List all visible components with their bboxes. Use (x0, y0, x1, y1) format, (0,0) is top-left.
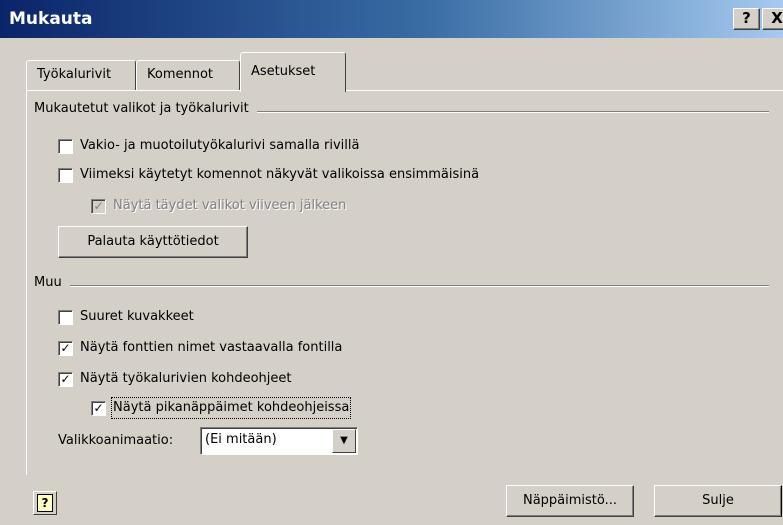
checkbox[interactable] (58, 139, 73, 154)
help-button[interactable]: ? (733, 8, 760, 30)
option-label: Vakio- ja muotoilutyökalurivi samalla ri… (80, 138, 360, 153)
keyboard-button[interactable]: Näppäimistö... (506, 485, 634, 517)
tab-tyokalurivit[interactable]: Työkalurivit (26, 60, 136, 90)
help-icon: ? (37, 494, 53, 512)
option-label: Näytä pikanäppäimet kohdeohjeissa (110, 397, 352, 419)
option-label: Suuret kuvakkeet (80, 309, 194, 324)
group-title-other: Muu (34, 275, 70, 290)
option-label: Näytä työkalurivien kohdeohjeet (80, 371, 292, 386)
tab-asetukset[interactable]: Asetukset (240, 52, 346, 92)
tab-komennot[interactable]: Komennot (136, 60, 240, 90)
checkbox[interactable] (58, 310, 73, 325)
window-title: Mukauta (9, 9, 93, 29)
checkbox[interactable] (58, 168, 73, 183)
title-bar: Mukauta ? X (0, 0, 783, 38)
close-button[interactable]: X (762, 8, 783, 30)
option-label: Näytä fonttien nimet vastaavalla fontill… (80, 340, 343, 355)
chevron-down-icon[interactable]: ▼ (332, 429, 356, 453)
option-label: Näytä täydet valikot viiveen jälkeen (113, 198, 347, 213)
group-divider-other (34, 285, 769, 287)
group-title-custom: Mukautetut valikot ja työkalurivit (34, 101, 257, 116)
help-icon-button[interactable]: ? (33, 491, 57, 515)
reset-usage-data-button[interactable]: Palauta käyttötiedot (58, 226, 248, 258)
menu-animation-label: Valikkoanimaatio: (58, 433, 174, 448)
checkbox[interactable]: ✓ (91, 401, 106, 416)
menu-animation-value: (Ei mitään) (205, 432, 277, 447)
checkbox[interactable]: ✓ (58, 372, 73, 387)
menu-animation-select[interactable]: (Ei mitään) ▼ (200, 427, 358, 455)
close-dialog-button[interactable]: Sulje (654, 485, 782, 517)
option-label: Viimeksi käytetyt komennot näkyvät valik… (80, 167, 480, 182)
checkbox[interactable]: ✓ (58, 341, 73, 356)
checkbox-disabled: ✓ (91, 199, 106, 214)
